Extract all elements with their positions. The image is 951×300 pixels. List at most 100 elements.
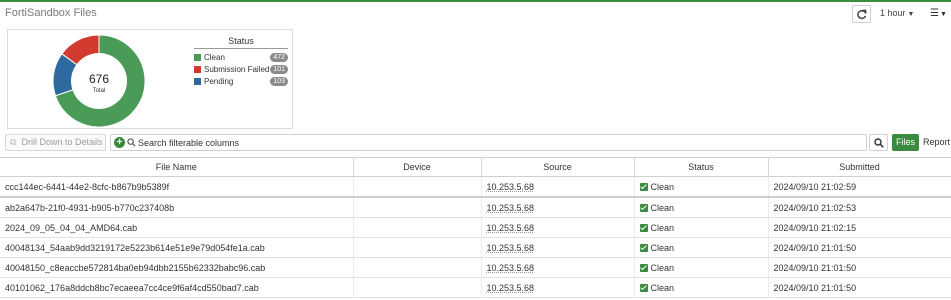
legend-count-badge: 101 bbox=[270, 65, 288, 74]
cell-status: Clean bbox=[634, 277, 769, 298]
table-row[interactable]: 40048134_54aab9dd3219172e5223b614e51e9e7… bbox=[0, 237, 951, 258]
cell-submitted: 2024/09/10 21:01:50 bbox=[768, 257, 951, 278]
check-icon bbox=[639, 263, 648, 272]
cell-submitted: 2024/09/10 21:01:50 bbox=[768, 237, 951, 258]
table-row[interactable]: 40101062_176a8ddcb8bc7ecaeea7cc4ce9f6af4… bbox=[0, 277, 951, 298]
time-range-dropdown[interactable]: 1 hour ▼ bbox=[880, 8, 914, 18]
cell-file-name: ab2a647b-21f0-4931-b905-b770c237408b bbox=[0, 197, 354, 218]
cell-device bbox=[353, 237, 482, 258]
check-icon bbox=[639, 203, 648, 212]
table-row[interactable]: ab2a647b-21f0-4931-b905-b770c237408b 10.2… bbox=[0, 197, 951, 218]
files-table: File Name Device Source Status Submitted… bbox=[0, 157, 951, 298]
cell-device bbox=[353, 217, 482, 238]
cell-file-name: 2024_09_05_04_04_AMD64.cab bbox=[0, 217, 354, 238]
cell-file-name: ccc144ec-6441-44e2-8cfc-b867b9b5389f bbox=[0, 176, 354, 198]
status-text: Clean bbox=[650, 242, 675, 253]
search-icon bbox=[127, 138, 136, 147]
column-header-status[interactable]: Status bbox=[634, 157, 769, 177]
legend-item[interactable]: Pending 103 bbox=[194, 76, 288, 87]
cell-source: 10.253.5.68 bbox=[481, 217, 635, 238]
time-range-label: 1 hour bbox=[880, 8, 906, 18]
cell-source: 10.253.5.68 bbox=[481, 237, 635, 258]
cell-submitted: 2024/09/10 21:02:59 bbox=[768, 176, 951, 198]
table-header-row: File Name Device Source Status Submitted bbox=[0, 157, 951, 177]
table-row[interactable]: ccc144ec-6441-44e2-8cfc-b867b9b5389f 10.2… bbox=[0, 176, 951, 198]
column-header-file-name[interactable]: File Name bbox=[0, 157, 354, 177]
cell-status: Clean bbox=[634, 176, 769, 198]
drill-down-button[interactable]: ⧉ Drill Down to Details bbox=[5, 134, 106, 151]
cell-submitted: 2024/09/10 21:01:50 bbox=[768, 277, 951, 298]
cell-submitted: 2024/09/10 21:02:15 bbox=[768, 217, 951, 238]
refresh-button[interactable] bbox=[852, 5, 871, 23]
legend-count-badge: 103 bbox=[270, 77, 288, 86]
cell-device bbox=[353, 197, 482, 218]
column-header-submitted[interactable]: Submitted bbox=[768, 157, 951, 177]
cell-status: Clean bbox=[634, 257, 769, 278]
toolbar: ⧉ Drill Down to Details + Files Report bbox=[0, 133, 951, 153]
cell-file-name: 40048134_54aab9dd3219172e5223b614e51e9e7… bbox=[0, 237, 354, 258]
check-icon bbox=[639, 243, 648, 252]
legend-swatch bbox=[194, 78, 201, 85]
tab-report[interactable]: Report bbox=[920, 134, 950, 151]
cell-device bbox=[353, 257, 482, 278]
search-box: + bbox=[110, 134, 867, 151]
source-link[interactable]: 10.253.5.68 bbox=[487, 182, 535, 192]
check-icon bbox=[639, 223, 648, 232]
caret-down-icon: ▼ bbox=[939, 11, 947, 18]
donut-center-value: 676 bbox=[89, 72, 109, 86]
cell-status: Clean bbox=[634, 217, 769, 238]
options-menu-button[interactable]: ☰▼ bbox=[930, 8, 947, 19]
legend-title: Status bbox=[194, 36, 288, 49]
legend-label: Submission Failed bbox=[204, 65, 270, 74]
source-link[interactable]: 10.253.5.68 bbox=[487, 223, 535, 233]
status-text: Clean bbox=[650, 181, 675, 192]
cell-source: 10.253.5.68 bbox=[481, 257, 635, 278]
top-accent-line bbox=[0, 0, 951, 2]
status-text: Clean bbox=[650, 222, 675, 233]
chart-legend: Status Clean 472 Submission Failed 101 Pendi… bbox=[194, 36, 288, 87]
source-link[interactable]: 10.253.5.68 bbox=[487, 283, 535, 293]
tab-files[interactable]: Files bbox=[892, 134, 919, 151]
status-chart-card: 676 Total Status Clean 472 Submission Fail… bbox=[7, 29, 293, 129]
donut-center-label: Total bbox=[93, 88, 106, 94]
cell-device bbox=[353, 277, 482, 298]
cell-status: Clean bbox=[634, 197, 769, 218]
cell-source: 10.253.5.68 bbox=[481, 176, 635, 198]
add-filter-icon[interactable]: + bbox=[114, 137, 125, 148]
source-link[interactable]: 10.253.5.68 bbox=[487, 263, 535, 273]
cell-device bbox=[353, 176, 482, 198]
status-text: Clean bbox=[650, 202, 675, 213]
external-link-icon: ⧉ bbox=[10, 137, 17, 147]
source-link[interactable]: 10.253.5.68 bbox=[487, 243, 535, 253]
legend-label: Pending bbox=[204, 77, 234, 86]
search-button[interactable] bbox=[869, 134, 888, 151]
drill-down-label: Drill Down to Details bbox=[21, 137, 103, 147]
table-row[interactable]: 40048150_c8eaccbe572814ba0eb94dbb2155b62… bbox=[0, 257, 951, 278]
column-header-device[interactable]: Device bbox=[353, 157, 482, 177]
legend-label: Clean bbox=[204, 53, 225, 62]
cell-source: 10.253.5.68 bbox=[481, 197, 635, 218]
refresh-icon bbox=[857, 9, 867, 20]
legend-swatch bbox=[194, 66, 201, 73]
status-text: Clean bbox=[650, 262, 675, 273]
cell-submitted: 2024/09/10 21:02:53 bbox=[768, 197, 951, 218]
caret-down-icon: ▼ bbox=[907, 11, 915, 18]
hamburger-menu-icon: ☰ bbox=[930, 8, 939, 19]
legend-item[interactable]: Submission Failed 101 bbox=[194, 64, 288, 75]
search-input[interactable] bbox=[138, 136, 858, 149]
legend-item[interactable]: Clean 472 bbox=[194, 52, 288, 63]
table-row[interactable]: 2024_09_05_04_04_AMD64.cab 10.253.5.68 Cle… bbox=[0, 217, 951, 238]
search-icon bbox=[874, 138, 884, 148]
legend-swatch bbox=[194, 54, 201, 61]
check-icon bbox=[639, 182, 648, 191]
cell-file-name: 40048150_c8eaccbe572814ba0eb94dbb2155b62… bbox=[0, 257, 354, 278]
column-header-source[interactable]: Source bbox=[481, 157, 635, 177]
status-text: Clean bbox=[650, 282, 675, 293]
cell-file-name: 40101062_176a8ddcb8bc7ecaeea7cc4ce9f6af4… bbox=[0, 277, 354, 298]
source-link[interactable]: 10.253.5.68 bbox=[487, 203, 535, 213]
cell-source: 10.253.5.68 bbox=[481, 277, 635, 298]
cell-status: Clean bbox=[634, 237, 769, 258]
legend-count-badge: 472 bbox=[270, 53, 288, 62]
check-icon bbox=[639, 283, 648, 292]
status-donut-chart[interactable]: 676 Total bbox=[51, 33, 147, 129]
